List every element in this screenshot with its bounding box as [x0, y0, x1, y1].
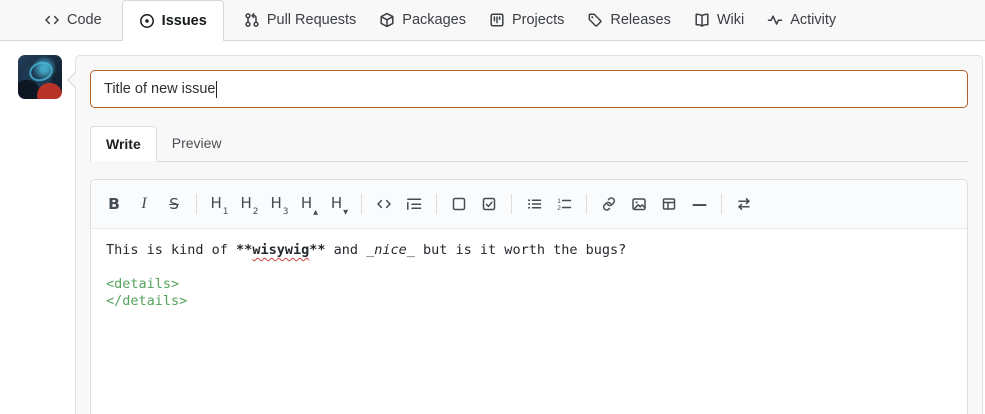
switch-arrows-icon — [738, 198, 750, 210]
link-icon — [602, 197, 616, 211]
user-avatar — [18, 55, 62, 99]
editor-line: This is kind of **wisywig** and _nice_ b… — [106, 242, 627, 258]
toolbar-divider — [586, 194, 587, 214]
toolbar-divider — [196, 194, 197, 214]
editor-line-blank — [106, 259, 952, 276]
ordered-list-button[interactable]: 12 — [549, 189, 579, 219]
markdown-toolbar: B I S H1 H2 H3 H▲ H▼ 12 — — [91, 180, 967, 229]
new-issue-form: Title of new issue Write Preview B I S H… — [0, 41, 985, 414]
book-icon — [695, 13, 709, 27]
heading-2-button[interactable]: H2 — [234, 189, 264, 219]
bold-button[interactable]: B — [99, 189, 129, 219]
heading-3-button[interactable]: H3 — [264, 189, 294, 219]
horizontal-rule-icon: — — [691, 195, 707, 213]
bold-icon: B — [108, 195, 120, 213]
quote-icon — [407, 198, 422, 210]
heading-smaller-button[interactable]: H▼ — [324, 189, 354, 219]
nav-tab-code[interactable]: Code — [34, 0, 112, 40]
project-board-icon — [490, 13, 504, 27]
toolbar-divider — [361, 194, 362, 214]
comment-box: Title of new issue Write Preview B I S H… — [67, 55, 983, 414]
toolbar-divider — [436, 194, 437, 214]
code-button[interactable] — [369, 189, 399, 219]
checkbox-icon — [482, 197, 496, 211]
nav-tab-pull-requests[interactable]: Pull Requests — [234, 0, 366, 40]
unordered-list-icon — [528, 199, 542, 209]
svg-text:1: 1 — [557, 198, 561, 205]
git-pull-request-icon — [245, 13, 259, 27]
nav-tab-label: Code — [67, 12, 102, 28]
nav-tab-wiki[interactable]: Wiki — [684, 0, 754, 40]
nav-tab-issues[interactable]: Issues — [121, 0, 224, 41]
tab-write[interactable]: Write — [90, 126, 157, 162]
checkbox-button[interactable] — [474, 189, 504, 219]
editor-tabs: Write Preview — [90, 126, 968, 162]
heading-3-icon: H3 — [270, 193, 289, 217]
nav-tab-label: Packages — [402, 12, 466, 28]
nav-tab-label: Pull Requests — [266, 12, 357, 28]
markdown-editor: B I S H1 H2 H3 H▲ H▼ 12 — This is kind o… — [90, 179, 968, 414]
nav-tab-label: Activity — [790, 12, 837, 28]
box-icon — [452, 197, 466, 211]
image-icon — [632, 198, 646, 211]
strikethrough-button[interactable]: S — [159, 189, 189, 219]
code-icon — [377, 199, 391, 209]
heading-up-icon: H▲ — [300, 194, 319, 216]
issue-title-value: Title of new issue — [104, 81, 216, 97]
issue-title-input[interactable]: Title of new issue — [90, 70, 968, 108]
italic-icon: I — [141, 195, 147, 212]
strikethrough-icon: S — [169, 195, 179, 213]
image-button[interactable] — [624, 189, 654, 219]
heading-1-button[interactable]: H1 — [204, 189, 234, 219]
horizontal-rule-button[interactable]: — — [684, 189, 714, 219]
svg-text:2: 2 — [557, 205, 561, 212]
switch-editor-button[interactable] — [729, 189, 759, 219]
toolbar-divider — [511, 194, 512, 214]
link-button[interactable] — [594, 189, 624, 219]
details-block-button[interactable] — [444, 189, 474, 219]
table-button[interactable] — [654, 189, 684, 219]
heading-bigger-button[interactable]: H▲ — [294, 189, 324, 219]
italic-button[interactable]: I — [129, 189, 159, 219]
tab-preview[interactable]: Preview — [157, 126, 237, 161]
package-icon — [380, 12, 394, 28]
heading-2-icon: H2 — [240, 193, 259, 217]
issue-opened-icon — [139, 14, 154, 28]
table-icon — [662, 198, 676, 210]
nav-tab-packages[interactable]: Packages — [369, 0, 476, 40]
editor-line: <details> — [106, 276, 180, 292]
nav-tab-projects[interactable]: Projects — [479, 0, 574, 40]
nav-tab-label: Releases — [610, 12, 671, 28]
text-caret — [216, 80, 218, 98]
toolbar-divider — [721, 194, 722, 214]
nav-tab-label: Projects — [511, 12, 565, 28]
nav-tab-releases[interactable]: Releases — [577, 0, 680, 40]
heading-down-icon: H▼ — [330, 194, 349, 216]
quote-button[interactable] — [399, 189, 429, 219]
heading-1-icon: H1 — [210, 193, 229, 217]
unordered-list-button[interactable] — [519, 189, 549, 219]
nav-tab-label: Issues — [161, 13, 207, 29]
repo-navbar: Code Issues Pull Requests Packages Proje… — [0, 0, 985, 41]
markdown-editor-textarea[interactable]: This is kind of **wisywig** and _nice_ b… — [91, 229, 967, 414]
editor-line: </details> — [106, 293, 188, 309]
activity-pulse-icon — [767, 15, 783, 25]
nav-tab-activity[interactable]: Activity — [757, 0, 846, 40]
ordered-list-icon: 12 — [557, 198, 572, 212]
nav-tab-label: Wiki — [716, 12, 745, 28]
tag-icon — [588, 13, 602, 27]
code-icon — [45, 15, 59, 25]
